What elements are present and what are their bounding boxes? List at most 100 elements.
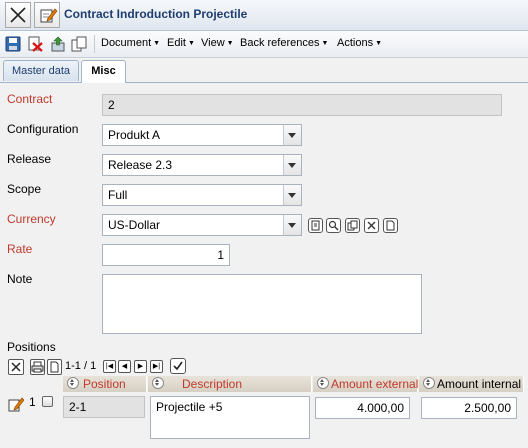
positions-pager-text: 1-1 / 1: [65, 360, 97, 372]
chevron-down-icon: ▼: [321, 40, 329, 47]
menu-actions-label: Actions: [337, 37, 374, 49]
edit-icon: [8, 397, 25, 412]
copy-icon[interactable]: [71, 36, 87, 52]
menu-back-references-label: Back references: [240, 37, 320, 49]
menu-document[interactable]: Document ▼: [101, 37, 160, 49]
chevron-down-icon: ▼: [187, 40, 195, 47]
close-icon: [11, 362, 21, 372]
sort-icon: [152, 377, 164, 389]
next-page-button[interactable]: ▶: [134, 360, 147, 373]
menu-back-references[interactable]: Back references ▼: [240, 37, 328, 49]
amount-internal-cell[interactable]: 2.500,00: [421, 397, 517, 419]
column-header-amount-external[interactable]: Amount external: [313, 376, 418, 392]
menu-view[interactable]: View ▼: [201, 37, 234, 49]
column-header-description[interactable]: Description: [148, 376, 312, 392]
release-select[interactable]: Release 2.3: [102, 154, 302, 176]
chevron-down-icon: ▼: [153, 40, 161, 47]
save-icon[interactable]: [5, 36, 21, 52]
sort-icon: [423, 377, 435, 389]
positions-delete-button[interactable]: [8, 359, 24, 375]
row-edit-button[interactable]: [8, 396, 25, 412]
sort-icon: [317, 377, 329, 389]
tab-master-data[interactable]: Master data: [3, 60, 79, 81]
row-index: 1: [29, 395, 36, 409]
column-header-position[interactable]: Position: [63, 376, 147, 392]
menu-edit-label: Edit: [167, 37, 186, 49]
scope-label: Scope: [7, 182, 42, 196]
scope-value: Full: [108, 188, 128, 202]
position-cell: 2-1: [63, 396, 145, 418]
currency-label: Currency: [7, 212, 56, 226]
sort-icon: [67, 377, 79, 389]
window-title-bar: Contract Indroduction Projectile: [0, 0, 528, 31]
rate-label: Rate: [7, 242, 33, 256]
amount-external-cell[interactable]: 4.000,00: [315, 397, 410, 419]
release-value: Release 2.3: [108, 158, 173, 172]
chevron-down-icon[interactable]: [283, 215, 301, 235]
currency-select[interactable]: US-Dollar: [102, 214, 302, 236]
positions-apply-button[interactable]: [170, 358, 186, 374]
tab-misc[interactable]: Misc: [81, 60, 126, 83]
configuration-value: Produkt A: [108, 128, 161, 142]
currency-value: US-Dollar: [108, 218, 161, 232]
release-label: Release: [7, 152, 52, 166]
close-icon: [10, 7, 26, 23]
contract-label: Contract: [7, 92, 53, 106]
edit-button[interactable]: [34, 2, 60, 28]
chevron-down-icon[interactable]: [283, 185, 301, 205]
prev-page-button[interactable]: ◀: [118, 360, 131, 373]
last-page-icon: ▶|: [152, 363, 161, 370]
currency-new-button[interactable]: [383, 218, 398, 233]
new-document-icon: [386, 220, 395, 231]
column-header-amount-external-label: Amount external: [331, 377, 419, 391]
rate-input[interactable]: 1: [102, 244, 230, 266]
menu-edit[interactable]: Edit ▼: [167, 37, 195, 49]
configuration-select[interactable]: Produkt A: [102, 124, 302, 146]
note-label: Note: [7, 272, 33, 286]
configuration-label: Configuration: [7, 122, 79, 136]
first-page-button[interactable]: |◀: [103, 360, 116, 373]
currency-search-button[interactable]: [326, 218, 341, 233]
column-header-amount-internal-label: Amount internal: [437, 377, 522, 391]
chevron-down-icon: ▼: [226, 40, 234, 47]
menu-actions[interactable]: Actions ▼: [337, 37, 382, 49]
description-cell[interactable]: Projectile +5: [150, 396, 310, 439]
search-icon: [328, 220, 339, 231]
toolbar-divider: [94, 35, 95, 53]
currency-open-button[interactable]: [308, 218, 323, 233]
scope-select[interactable]: Full: [102, 184, 302, 206]
edit-icon: [40, 8, 58, 23]
copy-icon: [347, 220, 358, 231]
currency-copy-button[interactable]: [345, 218, 360, 233]
prev-page-icon: ◀: [121, 363, 128, 370]
chevron-down-icon[interactable]: [283, 155, 301, 175]
chevron-down-icon[interactable]: [283, 125, 301, 145]
positions-label: Positions: [7, 340, 56, 354]
row-select-checkbox[interactable]: [42, 396, 53, 407]
menu-view-label: View: [201, 37, 225, 49]
chevron-down-icon: ▼: [375, 40, 383, 47]
document-icon: [311, 220, 320, 231]
delete-icon[interactable]: [27, 36, 43, 52]
column-header-description-label: Description: [182, 377, 243, 391]
first-page-icon: |◀: [105, 363, 114, 370]
column-header-position-label: Position: [83, 377, 126, 391]
positions-export-button[interactable]: [47, 359, 62, 375]
close-icon: [367, 221, 376, 230]
column-header-amount-internal[interactable]: Amount internal: [419, 376, 524, 392]
close-button[interactable]: [5, 2, 31, 28]
contract-field: 2: [102, 94, 502, 116]
menu-document-label: Document: [101, 37, 152, 49]
toolbar: Document ▼ Edit ▼ View ▼ Back references ▼ A…: [0, 31, 528, 58]
document-icon: [50, 361, 59, 373]
currency-clear-button[interactable]: [364, 218, 379, 233]
import-icon[interactable]: [50, 36, 66, 52]
positions-print-button[interactable]: [30, 359, 45, 375]
window-title: Contract Indroduction Projectile: [64, 7, 248, 21]
last-page-button[interactable]: ▶|: [150, 360, 163, 373]
tab-strip: Master data Misc: [0, 58, 528, 83]
print-icon: [31, 361, 44, 373]
next-page-icon: ▶: [137, 363, 144, 370]
note-textarea[interactable]: [102, 274, 422, 334]
checkmark-icon: [173, 361, 183, 371]
